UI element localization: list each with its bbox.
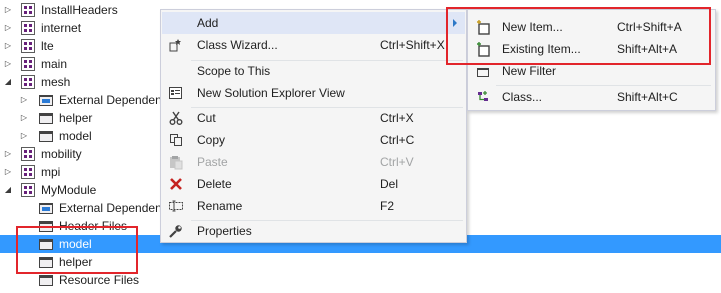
menu-item-new-solution-explorer-view[interactable]: New Solution Explorer View (162, 82, 465, 104)
menu-item-cut[interactable]: Cut Ctrl+X (162, 107, 465, 129)
folder-filter-icon (39, 275, 53, 286)
menu-item-label: Properties (197, 224, 252, 238)
tree-item-label: helper (59, 111, 93, 125)
tree-item-label: MyModule (41, 183, 97, 197)
tree-item-label: main (41, 57, 68, 71)
module-icon (21, 165, 35, 179)
module-icon (21, 57, 35, 71)
module-icon (21, 75, 35, 89)
expand-arrow-icon[interactable]: ▷ (19, 113, 29, 123)
submenu-item-shortcut: Shift+Alt+C (617, 90, 678, 104)
copy-icon (170, 134, 182, 146)
module-icon (21, 39, 35, 53)
expand-arrow-icon[interactable]: ▷ (3, 41, 13, 51)
module-icon (21, 3, 35, 17)
menu-item-label: Rename (197, 199, 243, 213)
external-dependencies-icon (39, 203, 53, 214)
new-explorer-view-icon (169, 87, 182, 99)
external-dependencies-icon (39, 95, 53, 106)
menu-item-shortcut: F2 (380, 199, 395, 213)
menu-item-label: Cut (197, 111, 216, 125)
module-icon (21, 147, 35, 161)
collapse-arrow-icon[interactable]: ◢ (3, 185, 13, 195)
menu-item-properties[interactable]: Properties (162, 220, 465, 242)
folder-filter-icon (39, 131, 53, 142)
menu-item-copy[interactable]: Copy Ctrl+C (162, 129, 465, 151)
expand-arrow-icon[interactable]: ▷ (3, 23, 13, 33)
menu-item-shortcut: Del (380, 177, 399, 191)
menu-item-rename[interactable]: Rename F2 (162, 195, 465, 217)
tree-item-label: mobility (41, 147, 82, 161)
paste-icon (170, 156, 183, 170)
tree-item-label: internet (41, 21, 82, 35)
menu-item-paste[interactable]: Paste Ctrl+V (162, 151, 465, 173)
menu-item-label: Paste (197, 155, 228, 169)
tree-item-label: lte (41, 39, 54, 53)
menu-item-label: Delete (197, 177, 232, 191)
menu-item-label: Copy (197, 133, 226, 147)
highlight-box-model-helper (16, 226, 138, 274)
menu-item-add[interactable]: Add (162, 12, 465, 34)
tree-item-label: model (59, 129, 92, 143)
collapse-arrow-icon[interactable]: ◢ (3, 77, 13, 87)
tree-item-label: InstallHeaders (41, 3, 118, 17)
expand-arrow-icon[interactable]: ▷ (19, 131, 29, 141)
folder-filter-icon (39, 113, 53, 124)
new-filter-icon (477, 68, 489, 77)
module-icon (21, 183, 35, 197)
menu-item-label: New Solution Explorer View (197, 86, 345, 100)
menu-item-delete[interactable]: Delete Del (162, 173, 465, 195)
menu-item-shortcut: Ctrl+X (380, 111, 414, 125)
expand-arrow-icon[interactable]: ▷ (3, 167, 13, 177)
menu-item-shortcut: Ctrl+V (380, 155, 414, 169)
highlight-box-add-items (446, 7, 711, 65)
menu-item-label: Class Wizard... (197, 38, 278, 52)
menu-item-label: Scope to This (197, 64, 271, 78)
menu-item-shortcut: Ctrl+Shift+X (380, 38, 445, 52)
tree-item-label: Resource Files (59, 273, 140, 287)
submenu-item-label: New Filter (502, 64, 557, 78)
context-menu: Add Class Wizard... Ctrl+Shift+X Scope t… (160, 9, 467, 243)
class-icon (478, 91, 488, 101)
submenu-item-label: Class... (502, 90, 543, 104)
tree-item-label: mesh (41, 75, 71, 89)
class-wizard-icon (169, 39, 181, 52)
menu-item-class-wizard[interactable]: Class Wizard... Ctrl+Shift+X (162, 34, 465, 56)
submenu-item-class[interactable]: Class... Shift+Alt+C (469, 86, 714, 108)
menu-item-scope-to-this[interactable]: Scope to This (162, 60, 465, 82)
rename-icon (169, 200, 183, 212)
delete-icon (170, 178, 182, 190)
menu-item-shortcut: Ctrl+C (380, 133, 415, 147)
module-icon (21, 21, 35, 35)
expand-arrow-icon[interactable]: ▷ (19, 95, 29, 105)
expand-arrow-icon[interactable]: ▷ (3, 59, 13, 69)
properties-icon (169, 225, 182, 238)
expand-arrow-icon[interactable]: ▷ (3, 149, 13, 159)
expand-arrow-icon[interactable]: ▷ (3, 5, 13, 15)
tree-item-label: mpi (41, 165, 61, 179)
menu-item-label: Add (197, 16, 219, 30)
cut-icon (169, 111, 183, 125)
